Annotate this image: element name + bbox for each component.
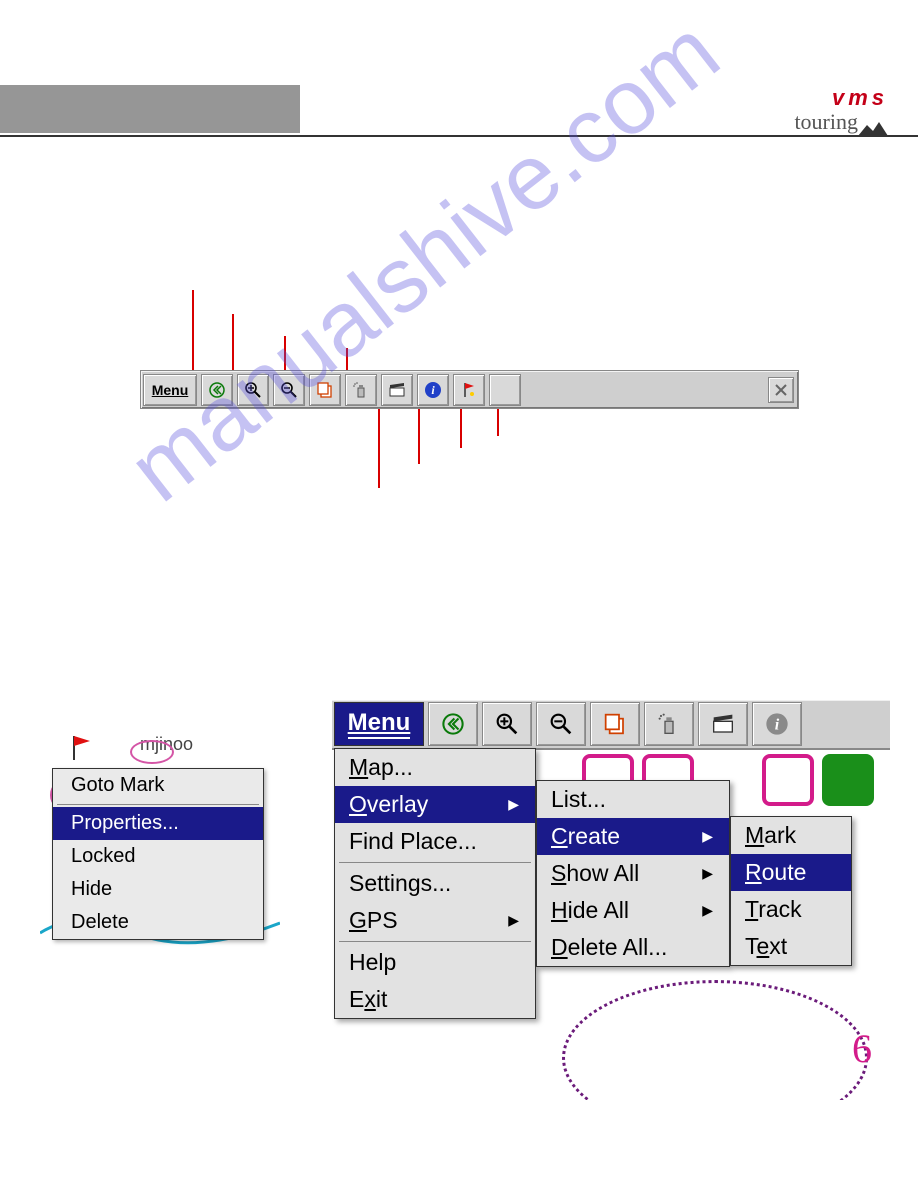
menu-item-route[interactable]: Route <box>731 854 851 891</box>
menu-button[interactable]: Menu <box>334 702 424 746</box>
menu-item-gps[interactable]: GPS ▶ <box>335 902 535 939</box>
menu-item-find-place[interactable]: Find Place... <box>335 823 535 860</box>
flag-icon <box>70 734 94 762</box>
submenu-arrow-icon: ▶ <box>702 828 713 845</box>
menu-item-label: Goto Mark <box>71 774 164 796</box>
zoom-out-button[interactable] <box>536 702 586 746</box>
menu-item-label: Show All <box>551 860 639 887</box>
watermark: manualshive.com <box>110 0 739 523</box>
submenu-arrow-icon: ▶ <box>508 912 519 929</box>
menu-item-label: Locked <box>71 845 136 867</box>
menu-item-label: Overlay <box>349 791 428 818</box>
clapper-button[interactable] <box>698 702 748 746</box>
context-menu-screenshot: mjinoo Goto Mark Properties... Locked Hi… <box>40 728 280 963</box>
menu-item-delete[interactable]: Delete <box>53 906 263 939</box>
menu-item-mark[interactable]: Mark <box>731 817 851 854</box>
info-button[interactable]: i <box>417 374 449 406</box>
map-number: 6 <box>852 1025 872 1072</box>
flag-button[interactable] <box>453 374 485 406</box>
info-button[interactable]: i <box>752 702 802 746</box>
copy-button[interactable] <box>590 702 640 746</box>
menu-item-label: Hide All <box>551 897 629 924</box>
menu-item-delete-all[interactable]: Delete All... <box>537 929 729 966</box>
submenu-arrow-icon: ▶ <box>508 796 519 813</box>
callout-line <box>460 408 462 448</box>
menu-item-label: Mark <box>745 822 796 849</box>
mountain-icon <box>858 122 888 136</box>
menu-item-help[interactable]: Help <box>335 944 535 981</box>
menu-item-text[interactable]: Text <box>731 928 851 965</box>
menu-item-show-all[interactable]: Show All ▶ <box>537 855 729 892</box>
logo-top: vms <box>794 85 888 111</box>
menu-item-label: Create <box>551 823 620 850</box>
submenu-arrow-icon: ▶ <box>702 865 713 882</box>
spray-button[interactable] <box>644 702 694 746</box>
callout-line <box>346 348 348 370</box>
zoom-in-button[interactable] <box>237 374 269 406</box>
menu-item-label: Route <box>745 859 806 886</box>
context-menu: Goto Mark Properties... Locked Hide Dele… <box>52 768 264 940</box>
copy-button[interactable] <box>309 374 341 406</box>
menu-item-track[interactable]: Track <box>731 891 851 928</box>
menu-item-label: Find Place... <box>349 828 477 855</box>
spray-button[interactable] <box>345 374 377 406</box>
menu-item-label: GPS <box>349 907 398 934</box>
main-menu-screenshot: 6 Menu i Map... Overlay▶ Find Place... S <box>332 700 890 1100</box>
menu-button-label: Menu <box>348 709 411 739</box>
menu-item-exit[interactable]: Exit <box>335 981 535 1018</box>
menu-item-map[interactable]: Map... <box>335 749 535 786</box>
menu-item-label: Delete All... <box>551 934 667 961</box>
menu-column-create: Mark Route Track Text <box>730 816 852 966</box>
callout-line <box>192 290 194 370</box>
menu-item-label: Map... <box>349 754 413 781</box>
close-button[interactable] <box>768 377 794 403</box>
menu-column-main: Map... Overlay ▶ Find Place... Settings..… <box>334 748 536 1019</box>
menu-separator <box>339 941 531 942</box>
menu-button[interactable]: Menu <box>143 374 197 406</box>
menu-separator <box>339 862 531 863</box>
menu-item-goto-mark[interactable]: Goto Mark <box>53 769 263 802</box>
header-gray-band <box>0 85 300 133</box>
menu-item-settings[interactable]: Settings... <box>335 865 535 902</box>
menu-item-label: Exit <box>349 986 387 1013</box>
menu-item-overlay[interactable]: Overlay ▶ <box>335 786 535 823</box>
callout-line <box>232 314 234 370</box>
callout-line <box>378 408 380 488</box>
menu-item-locked[interactable]: Locked <box>53 840 263 873</box>
menu-item-hide-all[interactable]: Hide All ▶ <box>537 892 729 929</box>
menu-item-label: Track <box>745 896 802 923</box>
rewind-button[interactable] <box>201 374 233 406</box>
brand-logo: vms touring <box>794 85 888 136</box>
rewind-button[interactable] <box>428 702 478 746</box>
menu-item-label: Delete <box>71 911 129 933</box>
menu-item-label: Help <box>349 949 396 976</box>
header-divider <box>0 135 918 137</box>
menu-separator <box>57 804 259 805</box>
logo-bottom: touring <box>794 109 858 135</box>
callout-line <box>418 408 420 464</box>
callout-line <box>497 408 499 436</box>
menu-item-create[interactable]: Create ▶ <box>537 818 729 855</box>
menu-item-hide[interactable]: Hide <box>53 873 263 906</box>
menu-item-list[interactable]: List... <box>537 781 729 818</box>
menu-column-overlay: List... Create ▶ Show All ▶ Hide All ▶ Dele… <box>536 780 730 967</box>
toolbar: Menu i <box>140 370 799 409</box>
menu-button-label: Menu <box>152 382 189 398</box>
menu-item-label: Properties... <box>71 812 179 834</box>
menu-item-label: Hide <box>71 878 112 900</box>
clapper-button[interactable] <box>381 374 413 406</box>
menu-item-label: Settings... <box>349 870 451 897</box>
submenu-arrow-icon: ▶ <box>702 902 713 919</box>
menu-item-label: Text <box>745 933 787 960</box>
zoom-in-button[interactable] <box>482 702 532 746</box>
menu-item-label: List... <box>551 786 606 813</box>
svg-text:i: i <box>775 716 780 733</box>
zoom-out-button[interactable] <box>273 374 305 406</box>
menu-item-properties[interactable]: Properties... <box>53 807 263 840</box>
callout-line <box>284 336 286 370</box>
toolbar: Menu i <box>332 700 890 750</box>
empty-button[interactable] <box>489 374 521 406</box>
